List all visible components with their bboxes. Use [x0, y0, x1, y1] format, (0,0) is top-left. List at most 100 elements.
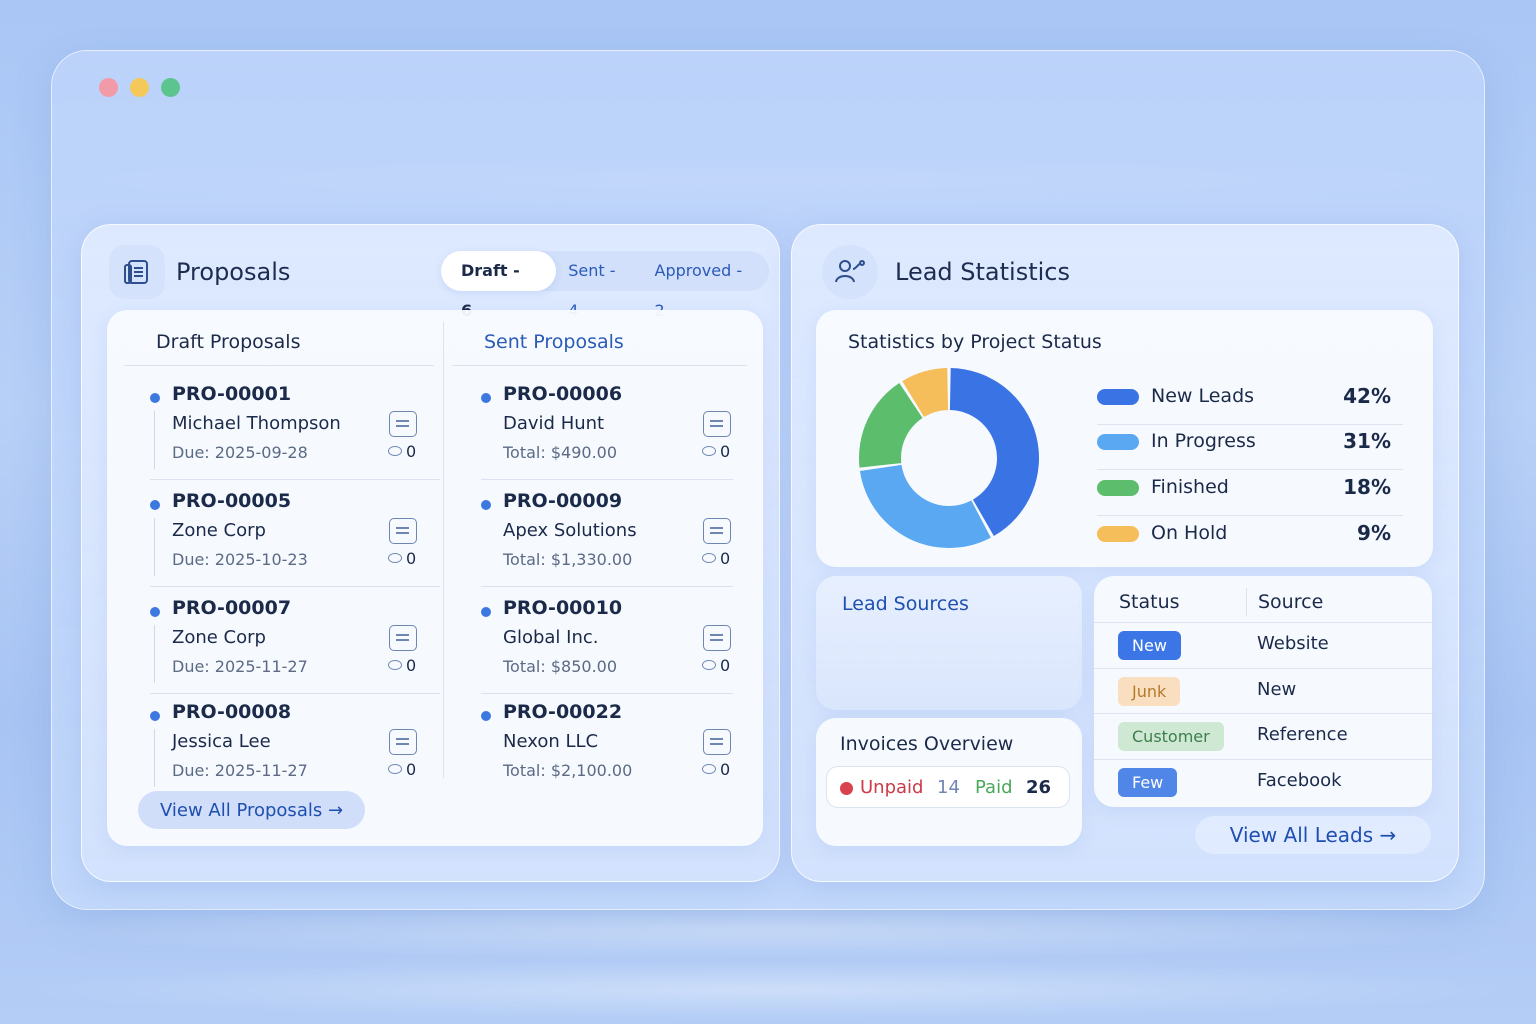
draft-proposal-item[interactable]: PRO-00008 Jessica Lee Due: 2025-11-27 0 [150, 701, 440, 801]
legend-percent: 18% [1343, 475, 1391, 499]
draft-proposal-item[interactable]: PRO-00005 Zone Corp Due: 2025-10-23 0 [150, 490, 440, 590]
invoice-summary-box: Unpaid 14 Paid 26 [826, 766, 1070, 808]
status-badge: Customer [1118, 722, 1224, 751]
legend-percent: 9% [1357, 521, 1391, 545]
proposal-due: Due: 2025-11-27 [172, 657, 308, 676]
paid-label: Paid [975, 777, 1013, 798]
source-cell: Reference [1257, 724, 1348, 745]
comment-icon[interactable] [389, 518, 417, 544]
proposal-client: Nexon LLC [503, 731, 599, 752]
source-cell: Facebook [1257, 770, 1342, 791]
proposal-total: Total: $1,330.00 [503, 550, 633, 569]
sent-proposal-item[interactable]: PRO-00010 Global Inc. Total: $850.00 0 [481, 597, 771, 697]
unpaid-label: Unpaid [860, 777, 924, 798]
comment-icon[interactable] [389, 411, 417, 437]
bullet [150, 711, 160, 721]
status-donut-chart [859, 368, 1039, 548]
proposals-title: Proposals [176, 258, 291, 286]
sent-proposals-heading[interactable]: Sent Proposals [484, 331, 624, 353]
view-all-proposals-button[interactable]: View All Proposals → [138, 791, 365, 829]
proposal-total: Total: $2,100.00 [503, 761, 633, 780]
comment-count: 0 [702, 760, 730, 779]
comment-count: 0 [388, 656, 416, 675]
comment-icon[interactable] [389, 729, 417, 755]
tab-approved[interactable]: Approved - 2 [643, 251, 769, 320]
window-maximize-button[interactable] [161, 78, 180, 97]
draft-proposal-item[interactable]: PRO-00001 Michael Thompson Due: 2025-09-… [150, 383, 440, 483]
proposal-code: PRO-00001 [172, 383, 292, 405]
proposal-due: Due: 2025-09-28 [172, 443, 308, 462]
table-row[interactable]: New Website [1094, 622, 1432, 668]
proposal-code: PRO-00008 [172, 701, 292, 723]
tab-draft[interactable]: Draft - 6 [441, 251, 557, 320]
legend-swatch [1097, 526, 1139, 542]
comment-icon[interactable] [703, 625, 731, 651]
sent-proposal-item[interactable]: PRO-00009 Apex Solutions Total: $1,330.0… [481, 490, 771, 590]
table-header-source: Source [1258, 591, 1324, 613]
proposals-document-icon [109, 245, 165, 299]
proposal-client: David Hunt [503, 413, 605, 434]
comment-icon[interactable] [389, 625, 417, 651]
view-all-leads-button[interactable]: View All Leads → [1195, 816, 1431, 854]
item-divider [481, 479, 733, 480]
lead-sources-heading[interactable]: Lead Sources [842, 593, 969, 615]
status-badge: Few [1118, 768, 1178, 797]
bullet [150, 393, 160, 403]
proposal-status-tabs: Draft - 6 Sent - 4 Approved - 2 [441, 251, 769, 320]
unpaid-dot-icon [840, 782, 853, 795]
proposal-code: PRO-00005 [172, 490, 292, 512]
item-divider [481, 586, 733, 587]
window-minimize-button[interactable] [130, 78, 149, 97]
bullet [150, 607, 160, 617]
proposal-total: Total: $850.00 [503, 657, 618, 676]
comment-bubble-icon [702, 446, 716, 456]
comment-icon[interactable] [703, 729, 731, 755]
column-divider [443, 322, 444, 778]
proposal-client: Michael Thompson [172, 413, 341, 434]
legend-row-in-progress: In Progress 31% [1097, 424, 1403, 470]
comment-count: 0 [702, 442, 730, 461]
legend-label: In Progress [1151, 430, 1256, 452]
comment-icon[interactable] [703, 411, 731, 437]
bullet [481, 711, 491, 721]
legend-row-new-leads: New Leads 42% [1097, 379, 1403, 425]
proposal-code: PRO-00007 [172, 597, 292, 619]
legend-label: On Hold [1151, 522, 1228, 544]
project-status-heading: Statistics by Project Status [848, 331, 1102, 353]
window-close-button[interactable] [99, 78, 118, 97]
table-row[interactable]: Junk New [1094, 668, 1432, 714]
table-row[interactable]: Few Facebook [1094, 759, 1432, 805]
table-row[interactable]: Customer Reference [1094, 713, 1432, 759]
comment-bubble-icon [388, 553, 402, 563]
sent-proposal-item[interactable]: PRO-00006 David Hunt Total: $490.00 0 [481, 383, 771, 483]
status-badge: New [1118, 631, 1181, 660]
comment-bubble-icon [388, 446, 402, 456]
draft-proposal-item[interactable]: PRO-00007 Zone Corp Due: 2025-11-27 0 [150, 597, 440, 697]
legend-label: New Leads [1151, 385, 1255, 407]
source-cell: New [1257, 679, 1297, 700]
comment-count: 0 [388, 549, 416, 568]
legend-percent: 31% [1343, 429, 1391, 453]
legend-swatch [1097, 389, 1139, 405]
comment-count: 0 [388, 760, 416, 779]
bullet [150, 500, 160, 510]
comment-bubble-icon [702, 553, 716, 563]
proposal-total: Total: $490.00 [503, 443, 618, 462]
table-header-divider [1246, 588, 1247, 616]
sent-proposal-item[interactable]: PRO-00022 Nexon LLC Total: $2,100.00 0 [481, 701, 771, 801]
proposal-due: Due: 2025-11-27 [172, 761, 308, 780]
tab-sent[interactable]: Sent - 4 [556, 251, 642, 320]
comment-count: 0 [702, 549, 730, 568]
comment-bubble-icon [702, 660, 716, 670]
legend-row-on-hold: On Hold 9% [1097, 516, 1403, 562]
comment-icon[interactable] [703, 518, 731, 544]
item-divider [150, 693, 440, 694]
proposal-client: Global Inc. [503, 627, 599, 648]
proposal-client: Jessica Lee [172, 731, 271, 752]
legend-percent: 42% [1343, 384, 1391, 408]
comment-bubble-icon [702, 764, 716, 774]
item-divider [150, 479, 440, 480]
invoices-overview-heading: Invoices Overview [840, 733, 1014, 755]
comment-count: 0 [388, 442, 416, 461]
comment-bubble-icon [388, 660, 402, 670]
